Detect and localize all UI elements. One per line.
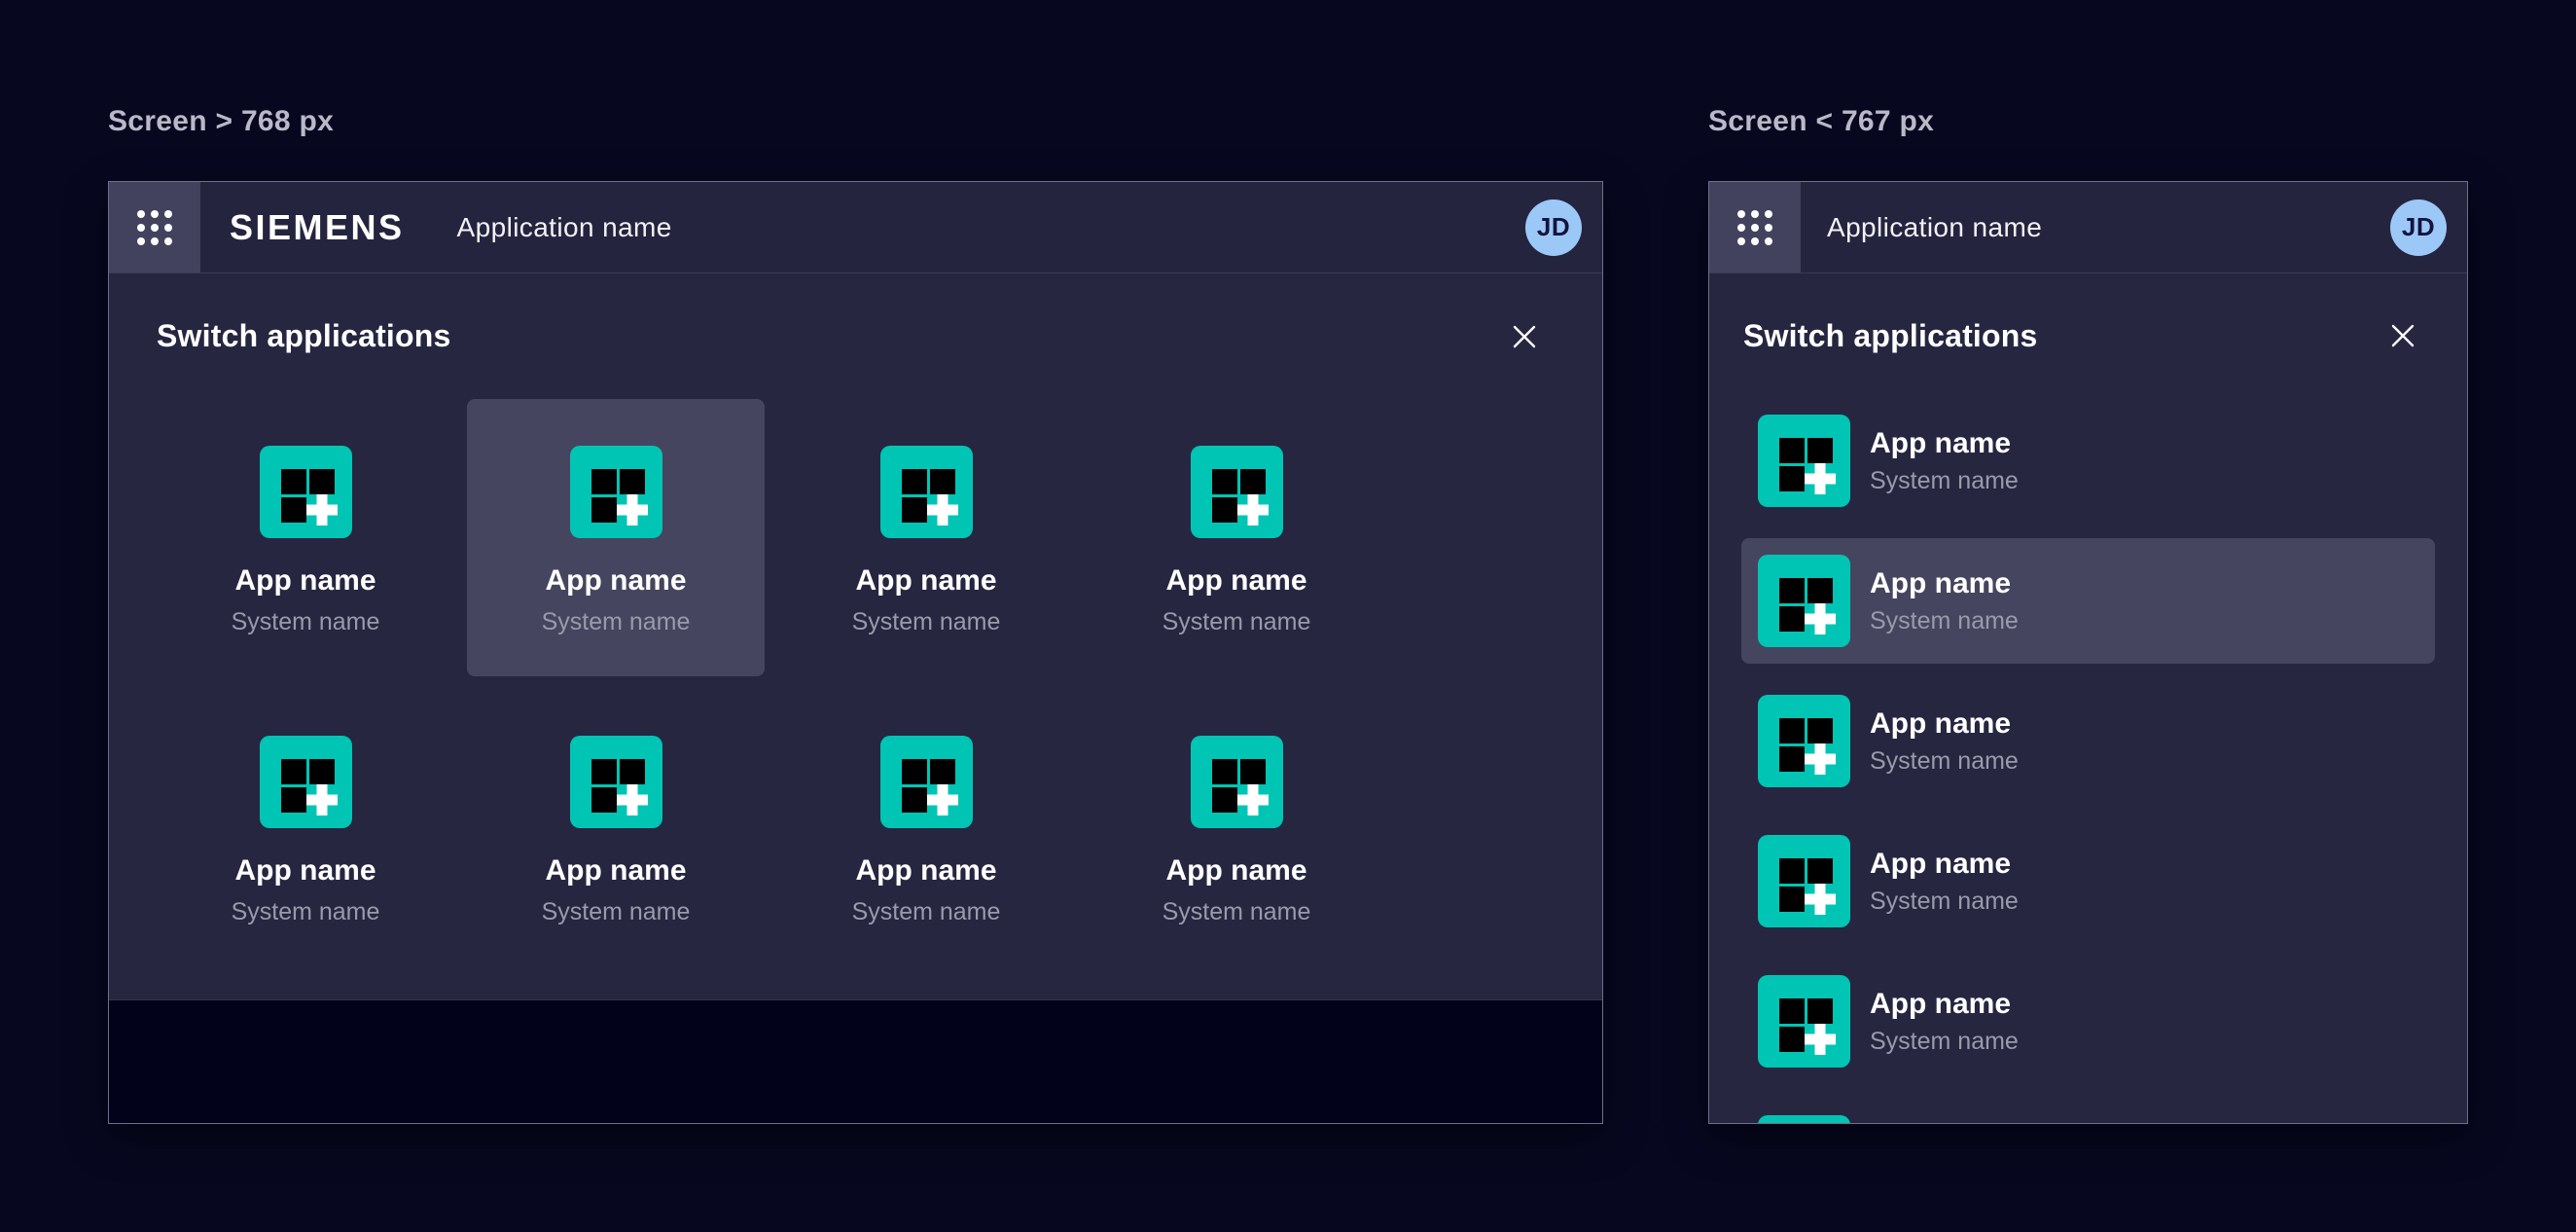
system-name: System name [1163, 895, 1311, 928]
app-tile-icon [1758, 835, 1850, 927]
app-name: App name [1165, 852, 1306, 889]
system-name: System name [542, 605, 691, 638]
app-name: App name [545, 852, 686, 889]
app-tile-icon [1758, 555, 1850, 647]
app-tile[interactable]: App name System name [467, 689, 765, 966]
app-name: App name [1870, 986, 2019, 1023]
mobile-app-header: Application name JD [1709, 182, 2467, 273]
app-list-item-text: App name System name [1870, 425, 2019, 497]
grid-dots-icon [136, 209, 173, 246]
mobile-window: Application name JD Switch applications [1708, 181, 2468, 1124]
app-tile[interactable]: App name System name [467, 399, 765, 676]
user-avatar[interactable]: JD [2390, 199, 2447, 256]
app-switcher-button[interactable] [109, 182, 200, 272]
app-list-item[interactable]: App name System name [1741, 538, 2435, 664]
app-tile-icon [880, 736, 973, 828]
app-tile-icon [1758, 415, 1850, 507]
app-name: App name [1870, 706, 2019, 743]
app-tile-icon [570, 736, 662, 828]
app-list-item[interactable]: App name System name [1741, 398, 2435, 524]
app-list-item-text: App name System name [1870, 565, 2019, 637]
system-name: System name [1870, 1025, 2019, 1058]
app-list-item-text: App name System name [1870, 986, 2019, 1058]
system-name: System name [1870, 464, 2019, 497]
app-tile-icon [1758, 975, 1850, 1068]
system-name: System name [852, 605, 1001, 638]
variant-label-desktop: Screen > 768 px [108, 105, 334, 138]
app-tile[interactable]: App name System name [777, 399, 1075, 676]
app-tile-grid: App name System name App name System nam… [109, 399, 1602, 999]
app-tile-icon [1191, 446, 1283, 538]
variant-label-mobile: Screen < 767 px [1708, 105, 1934, 138]
system-name: System name [542, 895, 691, 928]
app-tile-icon [570, 446, 662, 538]
system-name: System name [852, 895, 1001, 928]
overlay-title: Switch applications [157, 318, 451, 354]
app-name: App name [855, 562, 996, 599]
system-name: System name [1870, 885, 2019, 918]
app-list-item[interactable]: App name System name [1741, 959, 2435, 1084]
app-tile-icon [1191, 736, 1283, 828]
app-tile-icon [1758, 695, 1850, 787]
app-list-item[interactable]: App name System name [1741, 1099, 2435, 1123]
siemens-logo: SIEMENS [230, 207, 405, 248]
app-list-item[interactable]: App name System name [1741, 818, 2435, 944]
app-list-item-text: App name System name [1870, 846, 2019, 918]
app-tile-icon [260, 736, 352, 828]
app-tile[interactable]: App name System name [157, 689, 454, 966]
app-tile-icon [1758, 1115, 1850, 1123]
app-tile-icon [880, 446, 973, 538]
app-content-area [109, 999, 1602, 1123]
close-button[interactable] [1507, 319, 1542, 354]
close-button[interactable] [2385, 318, 2420, 353]
app-list-item-text: App name System name [1870, 706, 2019, 778]
app-name: App name [234, 852, 376, 889]
app-tile[interactable]: App name System name [777, 689, 1075, 966]
app-list-item[interactable]: App name System name [1741, 678, 2435, 804]
app-tile[interactable]: App name System name [157, 399, 454, 676]
system-name: System name [1870, 744, 2019, 778]
user-avatar[interactable]: JD [1525, 199, 1582, 256]
app-name: App name [1870, 846, 2019, 883]
app-name: App name [1165, 562, 1306, 599]
system-name: System name [232, 605, 380, 638]
app-tile-icon [260, 446, 352, 538]
system-name: System name [232, 895, 380, 928]
app-name: App name [234, 562, 376, 599]
close-icon [2389, 322, 2416, 349]
overlay-title: Switch applications [1743, 318, 2038, 354]
app-name: App name [545, 562, 686, 599]
overlay-header: Switch applications [1741, 273, 2435, 398]
app-name: App name [1870, 565, 2019, 602]
application-name-title: Application name [1827, 212, 2042, 243]
app-tile[interactable]: App name System name [1088, 689, 1385, 966]
app-switcher-button[interactable] [1709, 182, 1801, 272]
overlay-header: Switch applications [109, 273, 1602, 399]
system-name: System name [1870, 604, 2019, 637]
close-icon [1511, 323, 1538, 350]
system-name: System name [1163, 605, 1311, 638]
switch-applications-overlay: Switch applications App name System name [109, 273, 1602, 999]
application-name-title: Application name [457, 212, 672, 243]
app-list: App name System name App name System nam… [1741, 398, 2435, 1123]
desktop-app-header: SIEMENS Application name JD [109, 182, 1602, 273]
app-name: App name [1870, 425, 2019, 462]
app-tile[interactable]: App name System name [1088, 399, 1385, 676]
desktop-window: SIEMENS Application name JD Switch appli… [108, 181, 1603, 1124]
app-name: App name [855, 852, 996, 889]
switch-applications-overlay: Switch applications App name System name [1709, 273, 2467, 1123]
grid-dots-icon [1736, 209, 1773, 246]
